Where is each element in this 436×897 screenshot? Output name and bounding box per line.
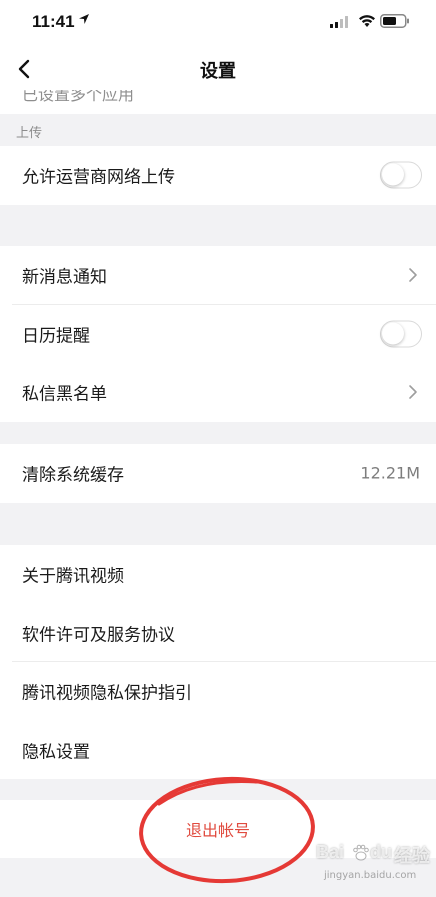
watermark-suffix: 经验 [394,846,430,866]
row-license-agreement[interactable]: 软件许可及服务协议 [0,604,436,662]
row-label: 关于腾讯视频 [22,566,124,587]
paw-icon [353,844,369,861]
row-about-tencent-video[interactable]: 关于腾讯视频 [0,545,436,604]
row-privacy-guide[interactable]: 腾讯视频隐私保护指引 [0,662,436,721]
status-bar: 11:41 [0,0,436,46]
watermark-paw-text: du [370,842,392,862]
cut-off-row[interactable]: 已设置多个应用 [0,90,436,114]
row-label: 软件许可及服务协议 [22,625,175,646]
row-dm-blacklist[interactable]: 私信黑名单 [0,363,436,422]
location-arrow-icon [79,14,89,24]
row-label: 新消息通知 [22,267,107,288]
status-time: 11:41 [32,12,75,31]
row-calendar-reminder[interactable]: 日历提醒 [0,305,436,364]
watermark: Bai du 经验 jingyan.baidu.com [316,840,432,890]
section-header-upload: 上传 [16,126,43,141]
about-group: 关于腾讯视频 软件许可及服务协议 腾讯视频隐私保护指引 隐私设置 [0,545,436,779]
battery-icon [380,14,409,28]
row-new-message-notification[interactable]: 新消息通知 [0,246,436,305]
toggle-knob [382,163,404,186]
row-label: 日历提醒 [22,326,90,347]
chevron-right-icon [409,268,417,283]
cellular-signal-icon [330,16,348,28]
row-label: 隐私设置 [22,742,90,763]
cut-off-row-label: 已设置多个应用 [22,90,135,104]
upload-group: 允许运营商网络上传 [0,146,436,205]
cellular-upload-toggle[interactable] [380,161,422,189]
row-label: 腾讯视频隐私保护指引 [22,683,192,704]
watermark-text: Bai [316,842,345,862]
watermark-url: jingyan.baidu.com [324,870,417,881]
logout-button[interactable]: 退出帐号 [0,817,436,841]
nav-bar: 设置 [0,46,436,90]
row-cellular-upload[interactable]: 允许运营商网络上传 [0,146,436,205]
row-label: 允许运营商网络上传 [22,167,175,188]
notification-group: 新消息通知 日历提醒 私信黑名单 [0,246,436,422]
calendar-reminder-toggle[interactable] [380,320,422,348]
row-privacy-settings[interactable]: 隐私设置 [0,721,436,780]
row-label: 私信黑名单 [22,384,107,405]
row-clear-cache[interactable]: 清除系统缓存 12.21M [0,444,436,503]
wifi-icon [359,15,375,27]
toggle-knob [382,322,404,345]
cache-group: 清除系统缓存 12.21M [0,444,436,503]
cache-size-value: 12.21M [360,463,420,483]
chevron-right-icon [409,385,417,400]
page-title: 设置 [200,61,236,82]
row-label: 清除系统缓存 [22,465,124,486]
